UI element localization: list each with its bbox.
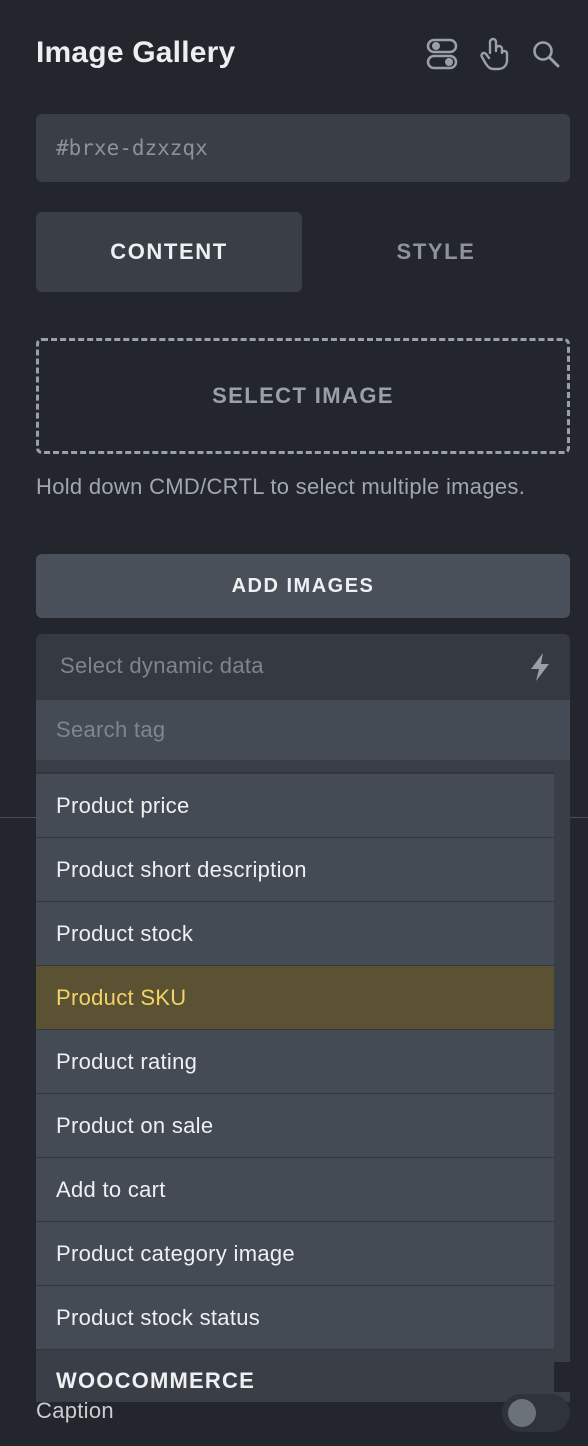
section-divider-right xyxy=(570,817,588,818)
list-item-add-to-cart[interactable]: Add to cart xyxy=(36,1158,554,1222)
dynamic-data-select[interactable]: Select dynamic data xyxy=(36,634,570,700)
tab-content[interactable]: CONTENT xyxy=(36,212,302,292)
list-item-product-sku[interactable]: Product SKU xyxy=(36,966,554,1030)
tab-style[interactable]: STYLE xyxy=(303,212,569,292)
multi-select-hint: Hold down CMD/CRTL to select multiple im… xyxy=(36,474,526,499)
list-item-product-rating[interactable]: Product rating xyxy=(36,1030,554,1094)
bolt-icon[interactable] xyxy=(526,652,554,682)
list-item-product-price[interactable]: Product price xyxy=(36,774,554,838)
list-item-product-stock[interactable]: Product stock xyxy=(36,902,554,966)
group-label-woocommerce: WOOCOMMERCE xyxy=(36,1350,554,1402)
add-images-button[interactable]: ADD IMAGES xyxy=(36,554,570,618)
list-item-product-stock-status[interactable]: Product stock status xyxy=(36,1286,554,1350)
dynamic-data-placeholder: Select dynamic data xyxy=(60,653,264,678)
select-image-dropzone[interactable]: SELECT IMAGE xyxy=(36,338,570,454)
hand-pointer-icon[interactable] xyxy=(476,36,512,72)
search-icon[interactable] xyxy=(528,36,564,72)
list-item-product-category-image[interactable]: Product category image xyxy=(36,1222,554,1286)
dynamic-tag-list: Product price Product short description … xyxy=(36,774,554,1350)
caption-toggle[interactable] xyxy=(502,1394,570,1432)
toggles-icon[interactable] xyxy=(424,36,460,72)
search-tag-input[interactable]: Search tag xyxy=(36,700,570,760)
list-item-product-on-sale[interactable]: Product on sale xyxy=(36,1094,554,1158)
list-item-product-short-description[interactable]: Product short description xyxy=(36,838,554,902)
dropdown-scrollbar[interactable] xyxy=(554,1362,570,1392)
section-divider-left xyxy=(0,817,36,818)
element-id-field[interactable]: #brxe-dzxzqx xyxy=(36,114,570,182)
caption-label: Caption xyxy=(36,1398,114,1423)
toggle-knob xyxy=(508,1399,536,1427)
panel-title: Image Gallery xyxy=(36,36,236,69)
panel-header: Image Gallery xyxy=(36,30,570,80)
